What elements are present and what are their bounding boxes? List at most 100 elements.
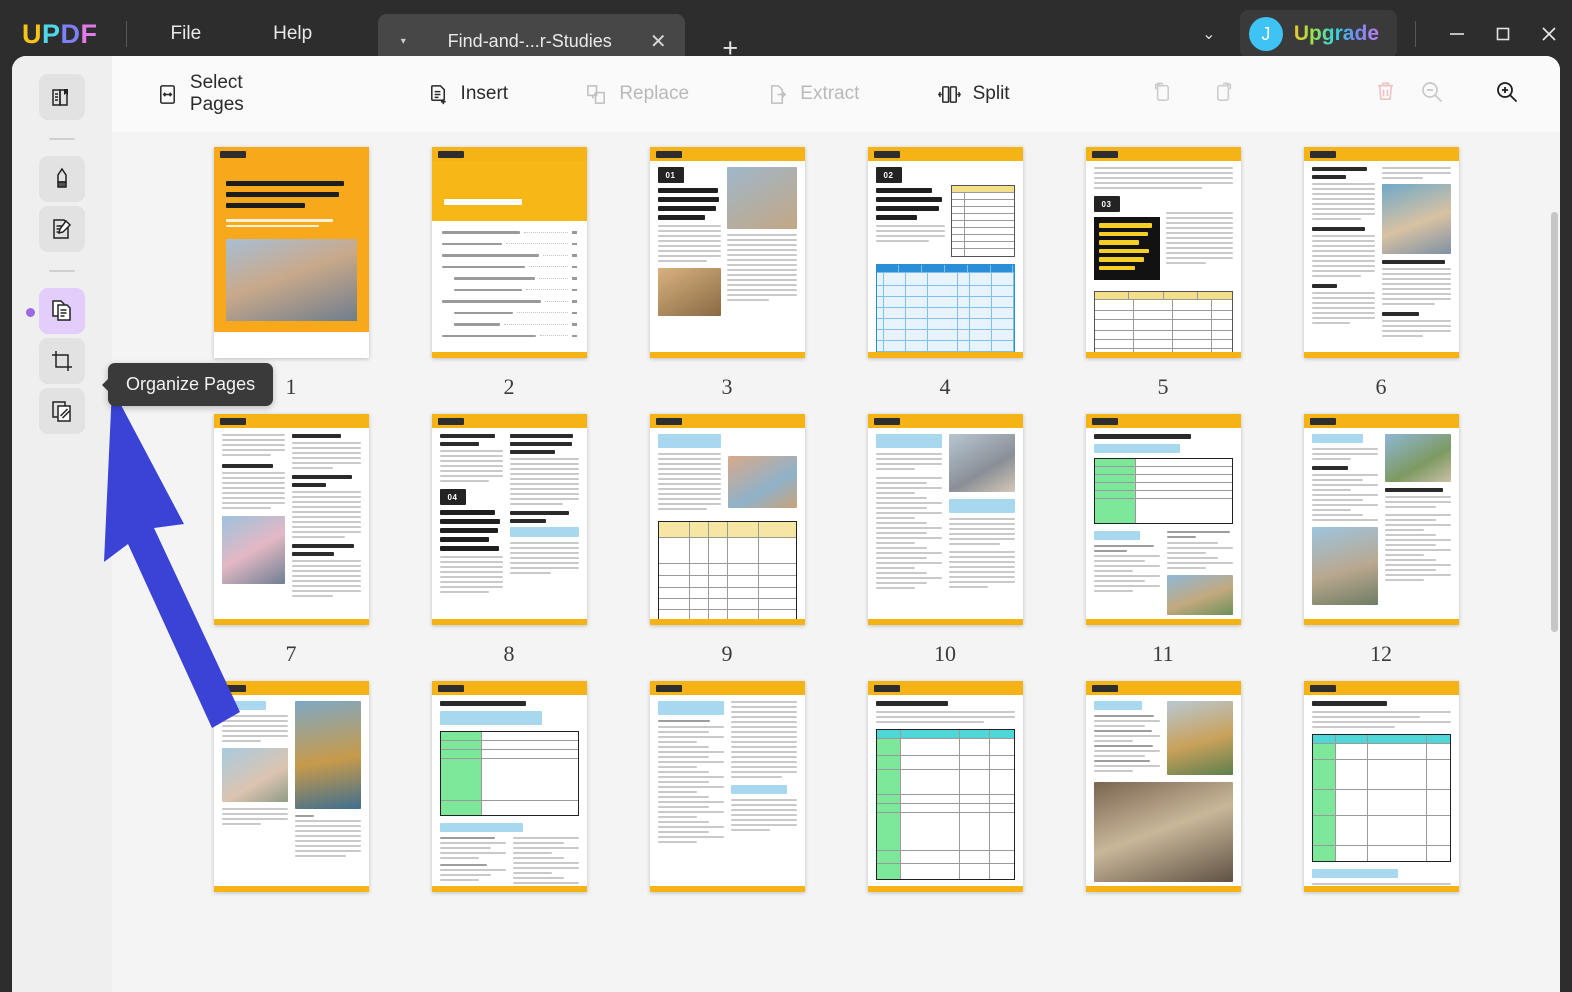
page-cell[interactable]: 03: [1054, 147, 1272, 414]
page-cell[interactable]: 18: [1272, 681, 1490, 892]
page-cell[interactable]: 11: [1054, 414, 1272, 681]
extract-button[interactable]: Extract: [752, 75, 873, 114]
page-thumbnail[interactable]: [650, 414, 805, 625]
page-cell[interactable]: 02: [836, 147, 1054, 414]
vertical-scrollbar[interactable]: [1551, 212, 1558, 992]
page-cell[interactable]: 16: [836, 681, 1054, 892]
delete-page-button[interactable]: [1363, 72, 1409, 116]
page-number: 1: [286, 374, 297, 400]
page-number: 9: [722, 641, 733, 667]
page-thumbnail[interactable]: [214, 414, 369, 625]
menu-file[interactable]: File: [153, 17, 220, 51]
page-thumbnail[interactable]: [432, 147, 587, 358]
page-cell[interactable]: 13: [182, 681, 400, 892]
content-panel: Select Pages Insert: [12, 56, 1560, 992]
avatar: J: [1249, 17, 1283, 51]
sidebar-item-convert[interactable]: [39, 388, 85, 434]
page-thumbnail[interactable]: 04: [432, 414, 587, 625]
page-thumbnail[interactable]: 01: [650, 147, 805, 358]
page-cell[interactable]: 7: [182, 414, 400, 681]
page-number: 8: [504, 641, 515, 667]
page-number: 11: [1152, 641, 1173, 667]
page-cell[interactable]: 15: [618, 681, 836, 892]
page-thumbnail[interactable]: [868, 414, 1023, 625]
page-number: 5: [1158, 374, 1169, 400]
select-pages-label: Select Pages: [190, 72, 284, 116]
page-cell[interactable]: 9: [618, 414, 836, 681]
page-cell[interactable]: 14: [400, 681, 618, 892]
rotate-right-button[interactable]: [1203, 72, 1249, 116]
page-cell[interactable]: 6: [1272, 147, 1490, 414]
page-thumbnail[interactable]: [650, 681, 805, 892]
page-thumbnail[interactable]: 02: [868, 147, 1023, 358]
page-number: 4: [940, 374, 951, 400]
insert-label: Insert: [461, 83, 509, 105]
page-number: 6: [1376, 374, 1387, 400]
scrollbar-thumb[interactable]: [1551, 212, 1558, 632]
zoom-out-button[interactable]: [1409, 72, 1455, 116]
titlebar-divider: [126, 21, 127, 47]
page-thumbnail[interactable]: [1086, 414, 1241, 625]
tab-close-icon[interactable]: ✕: [645, 29, 671, 54]
zoom-in-icon: [1494, 79, 1520, 110]
page-cell[interactable]: 2: [400, 147, 618, 414]
select-pages-button[interactable]: Select Pages: [142, 64, 298, 124]
page-cell[interactable]: 12: [1272, 414, 1490, 681]
sidebar-item-crop[interactable]: [39, 338, 85, 384]
sidebar-item-reader[interactable]: [39, 74, 85, 120]
select-pages-icon: [156, 83, 179, 106]
page-cell[interactable]: 10: [836, 414, 1054, 681]
page-thumbnail[interactable]: [1086, 681, 1241, 892]
organize-pages-tooltip: Organize Pages: [108, 363, 273, 406]
rotate-right-icon: [1213, 79, 1238, 109]
page-thumbnail-area[interactable]: 1: [112, 132, 1560, 992]
page-thumbnail[interactable]: 03: [1086, 147, 1241, 358]
page-thumbnail[interactable]: [1304, 414, 1459, 625]
logo-letter-f: F: [81, 19, 98, 50]
page-number: 10: [934, 641, 956, 667]
app-logo: U P D F: [22, 19, 98, 50]
left-sidebar: [12, 56, 112, 992]
sidebar-divider-2: [49, 270, 75, 272]
sidebar-item-comment[interactable]: [39, 156, 85, 202]
organize-toolbar: Select Pages Insert: [112, 56, 1560, 132]
rotate-left-button[interactable]: [1138, 72, 1184, 116]
sidebar-panel-handle[interactable]: [26, 308, 35, 317]
upgrade-button[interactable]: J Upgrade: [1240, 10, 1397, 58]
logo-letter-u: U: [22, 19, 42, 50]
page-thumbnail[interactable]: [1304, 147, 1459, 358]
page-number: 2: [504, 374, 515, 400]
page-cell[interactable]: 04: [400, 414, 618, 681]
page-thumbnail[interactable]: [1304, 681, 1459, 892]
logo-letter-d: D: [61, 19, 81, 50]
sidebar-item-organize[interactable]: [39, 288, 85, 334]
menu-help[interactable]: Help: [255, 17, 330, 51]
logo-letter-p: P: [42, 19, 61, 50]
split-label: Split: [973, 83, 1010, 105]
page-thumbnail[interactable]: [214, 681, 369, 892]
page-grid: 1: [112, 132, 1560, 892]
page-cell[interactable]: 17: [1054, 681, 1272, 892]
split-button[interactable]: Split: [923, 75, 1024, 114]
sidebar-item-edit[interactable]: [39, 206, 85, 252]
insert-button[interactable]: Insert: [413, 75, 523, 114]
page-number: 12: [1370, 641, 1392, 667]
page-cell[interactable]: 01: [618, 147, 836, 414]
tab-dropdown-icon[interactable]: ▾: [392, 36, 414, 47]
page-number: 7: [286, 641, 297, 667]
page-thumbnail[interactable]: [868, 681, 1023, 892]
extract-page-icon: [766, 83, 789, 106]
sidebar-divider-1: [49, 138, 75, 140]
delete-page-icon: [1373, 79, 1398, 109]
tab-title: Find-and-...r-Studies: [414, 31, 645, 52]
updf-window: U P D F File Help ▾ Find-and-...r-Studie…: [0, 0, 1572, 992]
split-page-icon: [937, 83, 962, 106]
page-thumbnail[interactable]: [432, 681, 587, 892]
page-thumbnail[interactable]: [214, 147, 369, 358]
replace-page-icon: [585, 83, 608, 106]
replace-button[interactable]: Replace: [571, 75, 703, 114]
chevron-down-icon[interactable]: ⌄: [1188, 24, 1230, 44]
rotate-left-icon: [1148, 79, 1173, 109]
zoom-in-button[interactable]: [1484, 72, 1530, 116]
insert-page-icon: [427, 83, 450, 106]
